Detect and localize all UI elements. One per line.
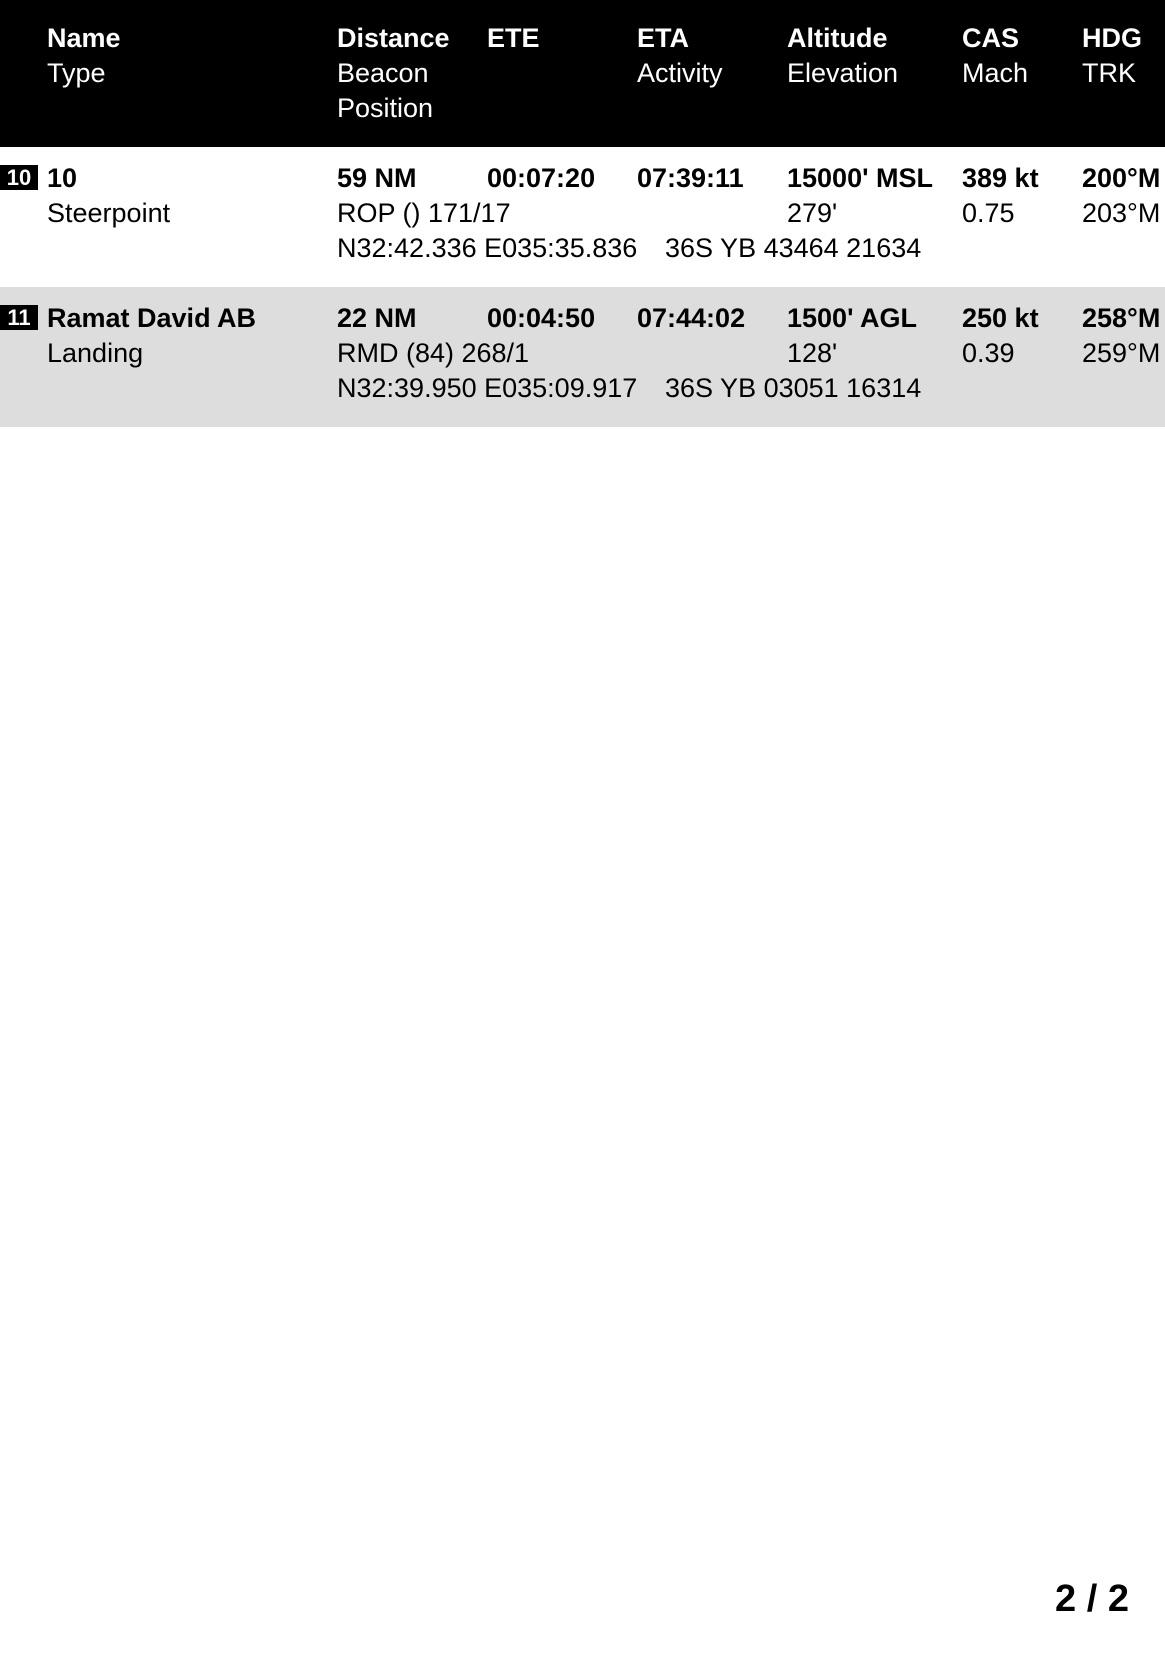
waypoint-trk: 203°M bbox=[1082, 198, 1161, 228]
waypoint-mach: 0.75 bbox=[962, 198, 1015, 228]
col-ete-header: ETE bbox=[487, 23, 540, 53]
row-index-badge: 10 bbox=[0, 165, 38, 190]
waypoint-mgrs: 36S YB 43464 21634 bbox=[665, 233, 922, 263]
row-index-badge: 11 bbox=[0, 305, 38, 330]
page-number: 2 / 2 bbox=[1055, 1578, 1129, 1620]
waypoint-altitude: 15000' MSL bbox=[787, 163, 933, 193]
waypoint-mach: 0.39 bbox=[962, 338, 1015, 368]
col-beacon-header: Beacon bbox=[337, 58, 429, 88]
waypoint-mgrs: 36S YB 03051 16314 bbox=[665, 373, 922, 403]
waypoint-beacon: RMD (84) 268/1 bbox=[337, 338, 530, 368]
col-mach-header: Mach bbox=[962, 58, 1029, 88]
waypoint-hdg: 200°M bbox=[1082, 163, 1161, 193]
waypoint-ete: 00:04:50 bbox=[487, 303, 596, 333]
col-altitude-header: Altitude bbox=[787, 23, 888, 53]
table-row: 10 10 Steerpoint 59 NM ROP () 171/17 N32… bbox=[0, 147, 1165, 287]
waypoint-position: N32:42.336 E035:35.836 bbox=[337, 233, 638, 263]
waypoint-eta: 07:39:11 bbox=[637, 163, 744, 193]
waypoint-hdg: 258°M bbox=[1082, 303, 1161, 333]
col-activity-header: Activity bbox=[637, 58, 723, 88]
table-row: 11 Ramat David AB Landing 22 NM RMD (84)… bbox=[0, 287, 1165, 427]
waypoint-position: N32:39.950 E035:09.917 bbox=[337, 373, 638, 403]
col-cas-header: CAS bbox=[962, 23, 1020, 53]
waypoint-trk: 259°M bbox=[1082, 338, 1161, 368]
col-type-header: Type bbox=[47, 58, 106, 88]
waypoint-type: Landing bbox=[47, 338, 144, 368]
waypoint-name: Ramat David AB bbox=[47, 303, 257, 333]
waypoint-ete: 00:07:20 bbox=[487, 163, 596, 193]
col-position-header: Position bbox=[337, 93, 434, 123]
waypoint-distance: 59 NM bbox=[337, 163, 417, 193]
waypoint-distance: 22 NM bbox=[337, 303, 417, 333]
col-distance-header: Distance bbox=[337, 23, 450, 53]
col-elevation-header: Elevation bbox=[787, 58, 899, 88]
col-trk-header: TRK bbox=[1082, 58, 1136, 88]
waypoint-altitude: 1500' AGL bbox=[787, 303, 917, 333]
waypoint-cas: 250 kt bbox=[962, 303, 1039, 333]
waypoint-elevation: 128' bbox=[787, 338, 838, 368]
waypoint-eta: 07:44:02 bbox=[637, 303, 746, 333]
waypoint-name: 10 bbox=[47, 163, 78, 193]
waypoint-elevation: 279' bbox=[787, 198, 838, 228]
waypoint-beacon: ROP () 171/17 bbox=[337, 198, 511, 228]
table-header: Name Type Distance Beacon Position ETE E… bbox=[0, 0, 1165, 147]
col-eta-header: ETA bbox=[637, 23, 689, 53]
col-hdg-header: HDG bbox=[1082, 23, 1142, 53]
waypoint-type: Steerpoint bbox=[47, 198, 171, 228]
waypoint-cas: 389 kt bbox=[962, 163, 1039, 193]
col-name-header: Name bbox=[47, 23, 121, 53]
